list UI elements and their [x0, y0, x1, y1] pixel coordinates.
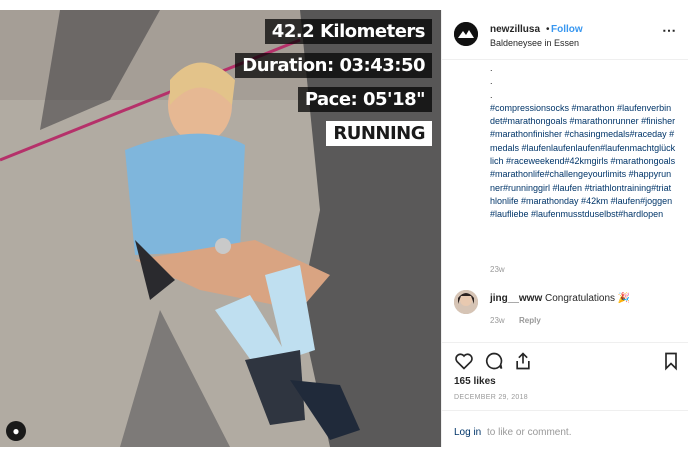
- party-popper-emoji: 🎉: [617, 293, 631, 304]
- login-prompt: Log in to like or comment.: [442, 410, 688, 448]
- post-date[interactable]: DECEMBER 29, 2018: [454, 394, 528, 401]
- separator-dot: •: [546, 24, 550, 35]
- caption-hashtags[interactable]: #compressionsocks #marathon #laufenverbi…: [490, 102, 676, 222]
- login-prompt-text: to like or comment.: [487, 427, 572, 438]
- overlay-distance: 42.2 Kilometers: [264, 19, 432, 44]
- overlay-activity: RUNNING: [326, 121, 432, 146]
- location-link[interactable]: Baldeneysee in Essen: [490, 38, 579, 48]
- mountain-logo-icon: [454, 22, 478, 46]
- comment-timestamp[interactable]: 23w: [490, 316, 505, 325]
- heart-icon[interactable]: [454, 351, 474, 371]
- comment-avatar[interactable]: [454, 290, 478, 314]
- avatar[interactable]: [454, 22, 478, 46]
- share-icon[interactable]: [513, 351, 533, 371]
- follow-button[interactable]: Follow: [551, 24, 583, 35]
- tagged-user-icon[interactable]: ●: [6, 421, 26, 441]
- username[interactable]: newzillusa: [490, 24, 540, 35]
- overlay-duration: Duration: 03:43:50: [235, 53, 432, 78]
- caption-dot: .: [490, 76, 493, 87]
- comment-icon[interactable]: [484, 351, 504, 371]
- post-panel: newzillusa • Follow Baldeneysee in Essen…: [441, 10, 688, 447]
- more-options-icon[interactable]: ⋯: [662, 22, 677, 39]
- comment-user-photo: [454, 290, 478, 314]
- caption-dot: .: [490, 89, 493, 100]
- comment-text: Congratulations: [545, 293, 616, 304]
- comment: jing__www Congratulations 🎉: [490, 293, 630, 304]
- caption-timestamp[interactable]: 23w: [490, 265, 505, 274]
- post-photo[interactable]: 42.2 Kilometers Duration: 03:43:50 Pace:…: [0, 10, 441, 447]
- reply-button[interactable]: Reply: [519, 316, 541, 325]
- login-link[interactable]: Log in: [454, 427, 481, 438]
- post-header: newzillusa • Follow Baldeneysee in Essen…: [442, 10, 688, 60]
- comment-username[interactable]: jing__www: [490, 293, 542, 304]
- likes-count[interactable]: 165 likes: [454, 376, 496, 387]
- overlay-pace: Pace: 05'18": [297, 87, 432, 112]
- caption-dot: .: [490, 63, 493, 73]
- bookmark-icon[interactable]: [661, 351, 681, 371]
- post-caption: . . . #compressionsocks #marathon #laufe…: [490, 62, 676, 222]
